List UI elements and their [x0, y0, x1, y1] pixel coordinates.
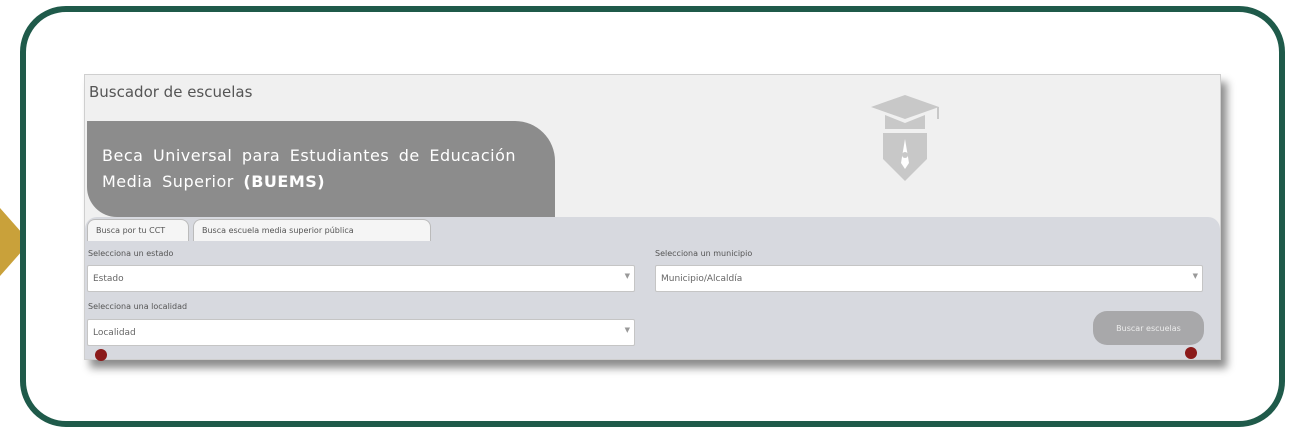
- tab-search-by-cct[interactable]: Busca por tu CCT: [87, 219, 189, 241]
- municipio-value: Municipio/Alcaldía: [661, 273, 743, 284]
- banner-text: Beca Universal para Estudiantes de Educa…: [102, 143, 542, 195]
- localidad-select[interactable]: Localidad ▼: [87, 319, 635, 346]
- estado-label: Selecciona un estado: [88, 249, 174, 258]
- municipio-select[interactable]: Municipio/Alcaldía ▼: [655, 265, 1203, 292]
- localidad-value: Localidad: [93, 327, 136, 338]
- graduation-cap-pen-icon: [871, 95, 939, 181]
- estado-value: Estado: [93, 273, 124, 284]
- dropdown-caret-icon: ▼: [624, 272, 630, 280]
- page-title: Buscador de escuelas: [89, 83, 253, 101]
- municipio-label: Selecciona un municipio: [655, 249, 753, 258]
- estado-select[interactable]: Estado ▼: [87, 265, 635, 292]
- banner-acronym: (BUEMS): [243, 172, 326, 191]
- program-banner: Beca Universal para Estudiantes de Educa…: [87, 121, 555, 217]
- marker-dot: [1185, 347, 1197, 359]
- localidad-label: Selecciona una localidad: [88, 302, 188, 311]
- dropdown-caret-icon: ▼: [1192, 272, 1198, 280]
- search-schools-button[interactable]: Buscar escuelas: [1093, 311, 1204, 345]
- marker-dot: [95, 349, 107, 361]
- school-finder-window: Buscador de escuelas Beca Universal para…: [84, 74, 1221, 361]
- dropdown-caret-icon: ▼: [624, 326, 630, 334]
- tab-search-public-school[interactable]: Busca escuela media superior pública: [193, 219, 431, 241]
